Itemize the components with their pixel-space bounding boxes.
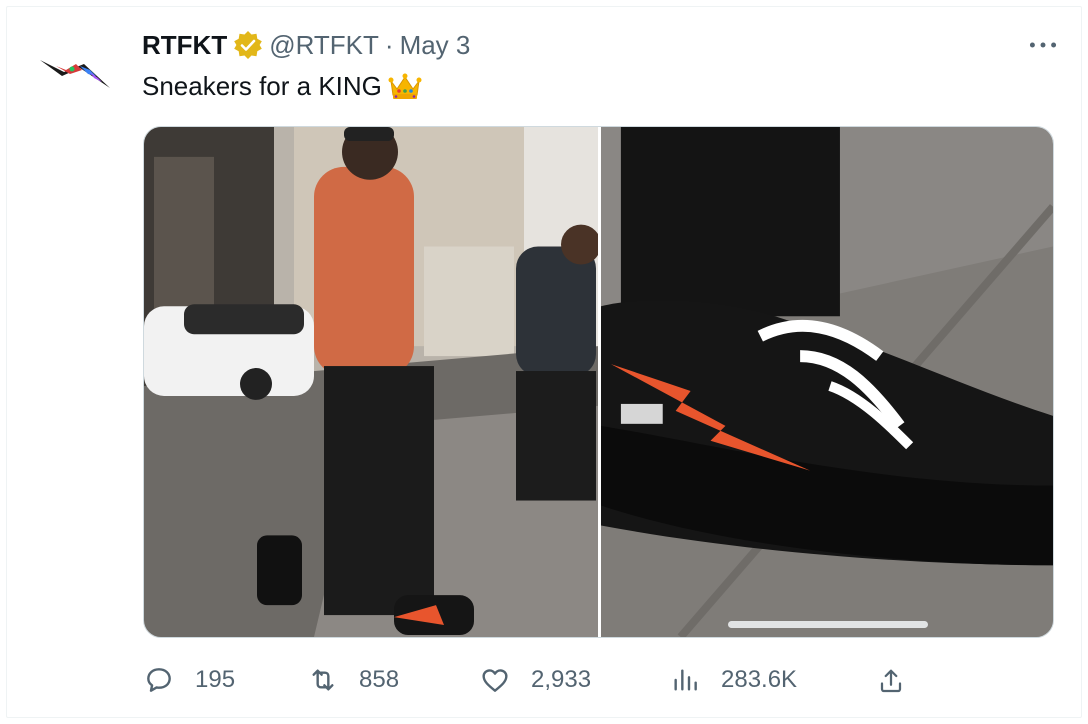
media-photo-1[interactable] — [144, 127, 598, 637]
separator-dot: · — [384, 29, 394, 60]
avatar[interactable] — [36, 30, 120, 114]
author-handle[interactable]: @RTFKT — [269, 30, 379, 61]
retweet-button[interactable]: 858 — [307, 660, 399, 700]
views-count: 283.6K — [721, 666, 798, 693]
reply-button[interactable]: 195 — [143, 660, 235, 700]
heart-icon — [482, 669, 508, 692]
views-button[interactable]: 283.6K — [669, 660, 797, 700]
tweet-text: Sneakers for a KING — [142, 70, 422, 102]
share-button[interactable] — [874, 664, 908, 698]
reply-count: 195 — [195, 666, 236, 693]
tweet-header: RTFKT @RTFKT · May 3 — [142, 28, 470, 62]
sneaker-closeup-photo — [601, 127, 1053, 637]
more-options-button[interactable] — [1026, 30, 1060, 60]
tweet-date[interactable]: May 3 — [400, 30, 471, 61]
like-button[interactable]: 2,933 — [479, 660, 591, 700]
retweet-count: 858 — [359, 666, 400, 693]
author-name[interactable]: RTFKT — [142, 30, 227, 61]
like-count: 2,933 — [531, 666, 592, 693]
views-icon — [674, 669, 697, 691]
tweet-text-content: Sneakers for a KING — [142, 71, 382, 101]
retweet-icon — [312, 669, 334, 691]
share-icon — [880, 669, 902, 693]
crown-emoji-icon — [388, 71, 422, 101]
street-photo — [144, 127, 598, 637]
more-horizontal-icon — [1029, 42, 1057, 48]
rtfkt-logo-icon — [40, 60, 110, 88]
tweet-media — [143, 126, 1054, 638]
verified-badge-icon — [233, 30, 263, 60]
reply-icon — [147, 668, 171, 692]
tweet-actions: 195 858 2,933 283.6K — [143, 660, 923, 700]
media-scrollbar[interactable] — [728, 621, 928, 628]
media-photo-2[interactable] — [601, 127, 1053, 637]
